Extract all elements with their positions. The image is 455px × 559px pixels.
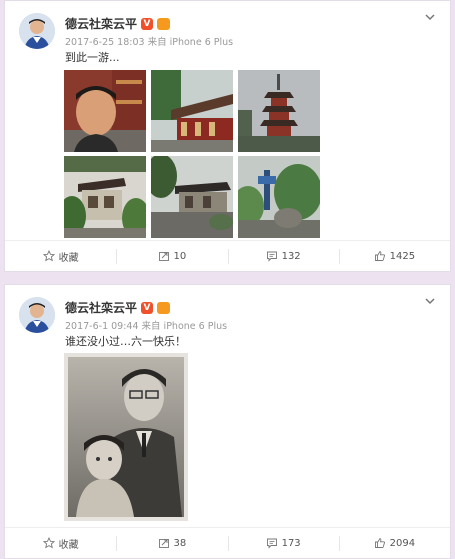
star-icon xyxy=(42,537,55,549)
repost-icon xyxy=(158,252,169,261)
photo-thumbnail[interactable] xyxy=(238,156,320,238)
favorite-button[interactable]: 收藏 xyxy=(5,241,116,271)
like-count: 1425 xyxy=(389,250,416,262)
comment-button[interactable]: 132 xyxy=(227,241,339,271)
chevron-down-icon[interactable] xyxy=(424,295,436,307)
thumbs-up-icon xyxy=(374,250,385,261)
like-button[interactable]: 2094 xyxy=(338,528,450,558)
member-crown-icon xyxy=(157,17,171,30)
like-button[interactable]: 1425 xyxy=(338,241,450,271)
post-action-bar: 收藏 38 173 2094 xyxy=(5,527,450,558)
author-name[interactable]: 德云社栾云平 xyxy=(65,299,137,316)
post-text: 谁还没小过…六一快乐！ xyxy=(65,335,186,348)
repost-button[interactable]: 10 xyxy=(116,241,227,271)
verified-v-icon: V xyxy=(141,17,154,30)
post-text: 到此一游... xyxy=(65,51,120,64)
favorite-label: 收藏 xyxy=(58,539,79,551)
post-meta[interactable]: 2017-6-1 09:44 来自 iPhone 6 Plus xyxy=(65,318,227,332)
author-name[interactable]: 德云社栾云平 xyxy=(65,15,137,32)
repost-count: 10 xyxy=(173,250,187,262)
photo-thumbnail[interactable] xyxy=(151,156,233,238)
photo-thumbnail[interactable] xyxy=(238,70,320,152)
post-meta[interactable]: 2017-6-25 18:03 来自 iPhone 6 Plus xyxy=(65,34,233,48)
avatar[interactable] xyxy=(19,297,55,333)
repost-count: 38 xyxy=(173,537,187,549)
comment-button[interactable]: 173 xyxy=(227,528,339,558)
avatar[interactable] xyxy=(19,13,55,49)
comment-count: 132 xyxy=(281,250,301,262)
repost-button[interactable]: 38 xyxy=(116,528,227,558)
photo-single[interactable] xyxy=(64,353,188,521)
comment-icon xyxy=(266,538,277,549)
weibo-post-2: 德云社栾云平 V 2017-6-1 09:44 来自 iPhone 6 Plus… xyxy=(4,284,451,559)
comment-count: 173 xyxy=(281,537,301,549)
favorite-button[interactable]: 收藏 xyxy=(5,528,116,558)
like-count: 2094 xyxy=(389,537,416,549)
weibo-post-1: 德云社栾云平 V 2017-6-25 18:03 来自 iPhone 6 Plu… xyxy=(4,0,451,272)
photo-thumbnail[interactable] xyxy=(64,70,146,152)
favorite-label: 收藏 xyxy=(58,252,79,264)
photo-thumbnail[interactable] xyxy=(64,156,146,238)
star-icon xyxy=(42,250,55,262)
post-action-bar: 收藏 10 132 1425 xyxy=(5,240,450,271)
chevron-down-icon[interactable] xyxy=(424,11,436,23)
member-crown-icon xyxy=(157,301,171,314)
verified-v-icon: V xyxy=(141,301,154,314)
photo-thumbnail[interactable] xyxy=(151,70,233,152)
repost-icon xyxy=(158,539,169,548)
comment-icon xyxy=(266,251,277,262)
thumbs-up-icon xyxy=(374,537,385,548)
